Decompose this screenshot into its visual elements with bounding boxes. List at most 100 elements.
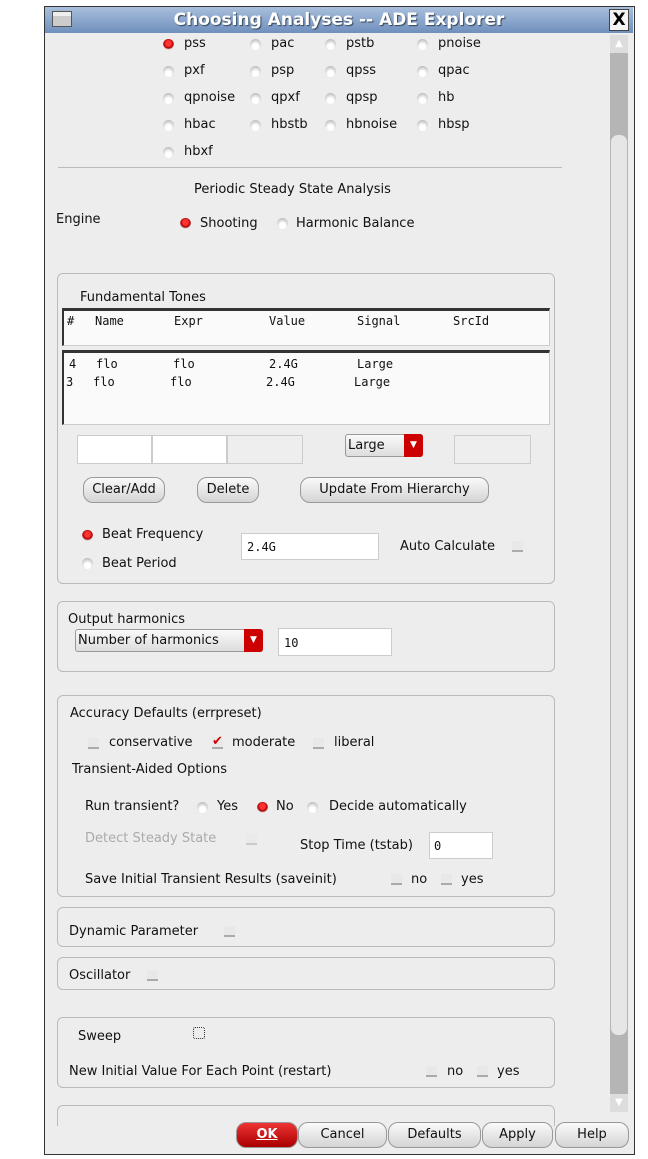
moderate-label[interactable]: moderate: [232, 735, 295, 750]
run-yes-radio[interactable]: [197, 802, 208, 813]
auto-calculate-label: Auto Calculate: [400, 539, 496, 554]
analysis-radio-pxf[interactable]: [163, 66, 174, 77]
run-transient-label: Run transient?: [85, 799, 180, 814]
conservative-label[interactable]: conservative: [109, 735, 193, 750]
tone-cell: flo: [170, 375, 192, 389]
analysis-label-hbxf[interactable]: hbxf: [184, 144, 213, 159]
engine-hb-radio[interactable]: [277, 218, 288, 229]
analysis-label-hbstb[interactable]: hbstb: [271, 117, 308, 132]
scroll-up-icon[interactable]: ▲: [610, 35, 628, 53]
tone-expr-input[interactable]: [152, 435, 227, 464]
analysis-label-pxf[interactable]: pxf: [184, 63, 205, 78]
analysis-label-pstb[interactable]: pstb: [346, 36, 374, 51]
defaults-button[interactable]: Defaults: [388, 1122, 481, 1148]
tone-cell: 4: [69, 357, 77, 371]
tone-value-input[interactable]: [227, 435, 303, 464]
analysis-radio-hb[interactable]: [417, 93, 428, 104]
col-header[interactable]: Value: [269, 314, 305, 328]
analysis-label-hb[interactable]: hb: [438, 90, 455, 105]
apply-button[interactable]: Apply: [482, 1122, 553, 1148]
help-button[interactable]: Help: [555, 1122, 629, 1148]
signal-select[interactable]: Large ▼: [345, 434, 423, 457]
analysis-label-qpxf[interactable]: qpxf: [271, 90, 300, 105]
title-bar[interactable]: Choosing Analyses -- ADE Explorer: [45, 7, 633, 33]
liberal-checkbox[interactable]: [313, 738, 324, 749]
saveinit-no-checkbox[interactable]: [391, 874, 402, 885]
col-header[interactable]: SrcId: [453, 314, 489, 328]
delete-button[interactable]: Delete: [197, 477, 259, 503]
col-header[interactable]: Expr: [174, 314, 203, 328]
analysis-radio-pac[interactable]: [250, 39, 261, 50]
col-header[interactable]: Name: [95, 314, 124, 328]
run-no-radio[interactable]: [257, 802, 268, 813]
analysis-radio-pss[interactable]: [163, 39, 174, 50]
restart-no-label[interactable]: no: [447, 1064, 463, 1079]
analysis-radio-qpsp[interactable]: [325, 93, 336, 104]
run-auto-radio[interactable]: [307, 802, 318, 813]
beat-frequency-radio[interactable]: [82, 530, 93, 541]
analysis-radio-pstb[interactable]: [325, 39, 336, 50]
analysis-radio-qpss[interactable]: [325, 66, 336, 77]
analysis-radio-qpnoise[interactable]: [163, 93, 174, 104]
analysis-label-psp[interactable]: psp: [271, 63, 294, 78]
saveinit-no-label[interactable]: no: [411, 872, 427, 887]
restart-no-checkbox[interactable]: [426, 1066, 437, 1077]
scrollbar-thumb[interactable]: [611, 135, 627, 1035]
run-yes-label[interactable]: Yes: [217, 799, 238, 814]
analysis-radio-pnoise[interactable]: [417, 39, 428, 50]
analysis-label-qpsp[interactable]: qpsp: [346, 90, 378, 105]
analysis-label-pss[interactable]: pss: [184, 36, 206, 51]
analysis-radio-hbstb[interactable]: [250, 120, 261, 131]
dynamic-parameter-checkbox[interactable]: [224, 926, 235, 937]
tone-srcid-input[interactable]: [454, 435, 531, 464]
analysis-radio-hbsp[interactable]: [417, 120, 428, 131]
analysis-label-pac[interactable]: pac: [271, 36, 294, 51]
analysis-radio-qpxf[interactable]: [250, 93, 261, 104]
auto-calculate-checkbox[interactable]: [512, 541, 523, 552]
beat-period-label[interactable]: Beat Period: [102, 556, 177, 571]
col-header[interactable]: #: [67, 314, 74, 328]
close-button[interactable]: X: [609, 9, 629, 31]
analysis-label-pnoise[interactable]: pnoise: [438, 36, 481, 51]
analysis-label-qpss[interactable]: qpss: [346, 63, 376, 78]
beat-value-input[interactable]: 2.4G: [241, 533, 379, 560]
analysis-label-qpnoise[interactable]: qpnoise: [184, 90, 235, 105]
analysis-label-hbnoise[interactable]: hbnoise: [346, 117, 397, 132]
restart-yes-label[interactable]: yes: [497, 1064, 519, 1079]
analysis-label-qpac[interactable]: qpac: [438, 63, 470, 78]
harmonics-input[interactable]: 10: [278, 628, 392, 656]
analysis-label-hbac[interactable]: hbac: [184, 117, 216, 132]
analysis-radio-hbnoise[interactable]: [325, 120, 336, 131]
moderate-checkbox-checked[interactable]: ✔: [212, 735, 223, 749]
engine-shooting-radio[interactable]: [180, 218, 191, 229]
engine-hb-label[interactable]: Harmonic Balance: [296, 216, 414, 231]
ok-button[interactable]: OK: [236, 1122, 298, 1148]
analysis-radio-qpac[interactable]: [417, 66, 428, 77]
saveinit-yes-label[interactable]: yes: [461, 872, 483, 887]
col-header[interactable]: Signal: [357, 314, 400, 328]
clear-add-button[interactable]: Clear/Add: [83, 477, 165, 503]
liberal-label[interactable]: liberal: [334, 735, 374, 750]
analysis-radio-psp[interactable]: [250, 66, 261, 77]
cancel-button[interactable]: Cancel: [298, 1122, 387, 1148]
conservative-checkbox[interactable]: [88, 738, 99, 749]
analysis-label-hbsp[interactable]: hbsp: [438, 117, 470, 132]
run-no-label[interactable]: No: [276, 799, 294, 814]
oscillator-checkbox[interactable]: [147, 970, 158, 981]
restart-yes-checkbox[interactable]: [477, 1066, 488, 1077]
tones-list[interactable]: [62, 350, 550, 425]
run-auto-label[interactable]: Decide automatically: [329, 799, 467, 814]
update-from-hierarchy-button[interactable]: Update From Hierarchy: [300, 477, 489, 503]
beat-period-radio[interactable]: [82, 558, 93, 569]
stop-time-input[interactable]: 0: [429, 832, 493, 859]
window-menu-icon[interactable]: [52, 11, 72, 27]
tone-name-input[interactable]: [77, 435, 152, 464]
analysis-radio-hbac[interactable]: [163, 120, 174, 131]
harmonics-mode-select[interactable]: Number of harmonics ▼: [75, 629, 263, 652]
sweep-checkbox[interactable]: [193, 1027, 205, 1039]
analysis-radio-hbxf[interactable]: [163, 147, 174, 158]
saveinit-yes-checkbox[interactable]: [441, 874, 452, 885]
scroll-down-icon[interactable]: ▼: [610, 1094, 628, 1112]
beat-frequency-label[interactable]: Beat Frequency: [102, 527, 203, 542]
engine-shooting-label[interactable]: Shooting: [200, 216, 258, 231]
